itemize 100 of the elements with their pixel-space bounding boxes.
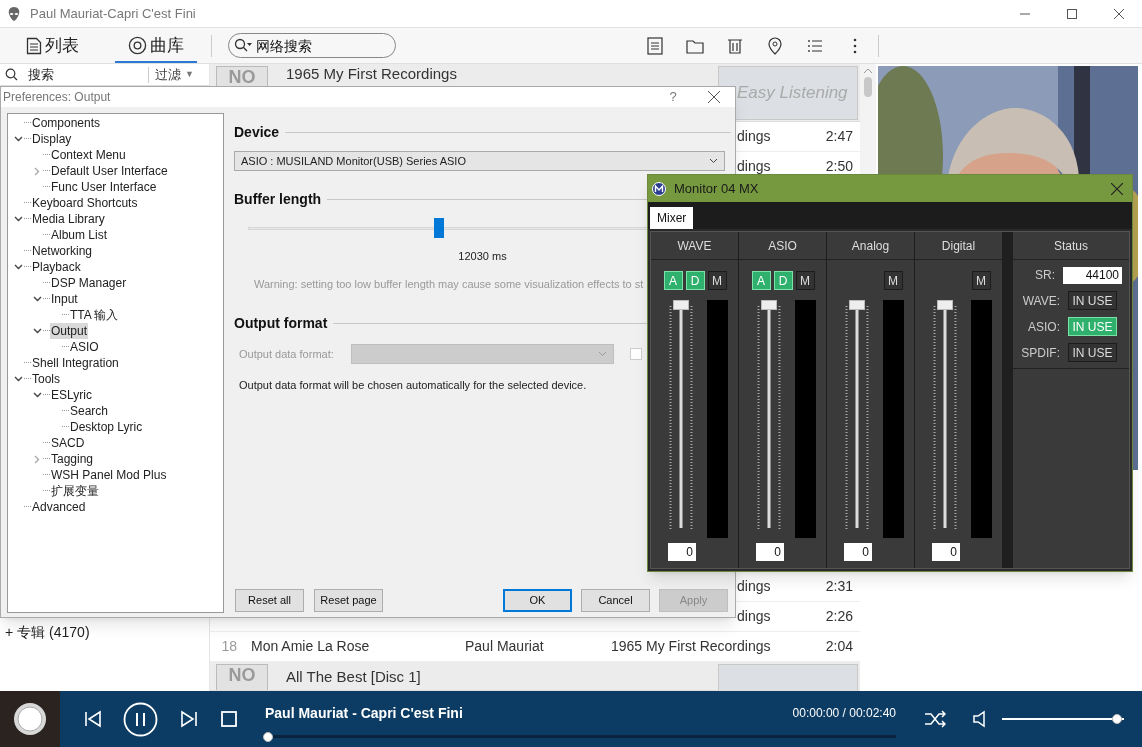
pause-button[interactable]	[123, 701, 158, 737]
device-select[interactable]: ASIO : MUSILAND Monitor(USB) Series ASIO	[234, 151, 725, 171]
progress-slider[interactable]	[263, 731, 896, 742]
table-cell-text: dings	[737, 607, 772, 626]
dialog-title: Preferences: Output	[3, 89, 111, 106]
mixer-tab[interactable]: Mixer	[650, 207, 694, 229]
shuffle-icon[interactable]	[924, 709, 946, 729]
chevron-down-icon[interactable]	[32, 392, 42, 398]
tree-item[interactable]: Output	[50, 323, 89, 339]
track-title: Paul Mauriat - Capri C'est Fini	[265, 703, 463, 723]
tree-item[interactable]: Context Menu	[50, 147, 127, 163]
close-icon[interactable]	[1113, 8, 1124, 19]
search-icon	[5, 68, 18, 81]
volume-slider[interactable]	[1002, 714, 1124, 724]
channel-value: 0	[774, 544, 781, 561]
table-cell-text: dings	[737, 577, 772, 596]
field-label: WAVE:	[1021, 292, 1060, 310]
field-label: SR:	[1034, 267, 1055, 284]
tree-item[interactable]: Playback	[31, 259, 82, 275]
tree-item[interactable]: Default User Interface	[50, 163, 169, 179]
tree-item[interactable]: Display	[31, 131, 73, 147]
tree-item[interactable]: Search	[69, 403, 110, 419]
chevron-down-icon[interactable]	[13, 376, 23, 382]
help-button[interactable]: ?	[663, 87, 683, 107]
tree-item[interactable]: WSH Panel Mod Plus	[50, 467, 168, 483]
tree-item[interactable]: ESLyric	[50, 387, 93, 403]
channel-label: Analog	[851, 237, 890, 255]
warning-text: Warning: setting too low buffer length may cause some visualization effects to st	[254, 278, 644, 290]
channel-label: ASIO	[768, 237, 797, 255]
table-cell-text: dings	[737, 127, 772, 146]
scrollbar-thumb[interactable]	[864, 77, 872, 97]
tree-item[interactable]: Components	[31, 115, 102, 131]
next-button[interactable]	[180, 710, 198, 728]
slider-reading: 12030 ms	[458, 250, 507, 262]
mixer-toggle-button[interactable]: IN USE	[1068, 291, 1117, 310]
chevron-down-icon[interactable]	[13, 264, 23, 270]
tree-item[interactable]: Func User Interface	[50, 179, 158, 195]
mixer-toggle-button[interactable]: IN USE	[1068, 343, 1117, 362]
channel-label: WAVE	[677, 237, 712, 255]
field-label: SPDIF:	[1020, 344, 1060, 362]
dialog-button[interactable]: Reset all	[235, 589, 304, 612]
list-view-icon[interactable]	[645, 35, 665, 56]
tree-item[interactable]: Shell Integration	[31, 355, 120, 371]
tree-item[interactable]: Media Library	[31, 211, 106, 227]
document-icon	[26, 36, 42, 55]
chevron-down-icon[interactable]	[13, 216, 23, 222]
dialog-button[interactable]: Cancel	[581, 589, 650, 612]
tree-item[interactable]: Advanced	[31, 499, 87, 515]
stop-button[interactable]	[221, 711, 237, 727]
mixer-toggle-button[interactable]: M	[971, 271, 991, 290]
close-icon[interactable]	[1111, 182, 1123, 195]
tree-item[interactable]: Tagging	[50, 451, 95, 467]
tree-item[interactable]: Input	[50, 291, 79, 307]
table-cell-text: 2:47	[824, 127, 853, 146]
tree-item[interactable]: Desktop Lyric	[69, 419, 144, 435]
mixer-toggle-button[interactable]: M	[883, 271, 903, 290]
library-tab[interactable]: 列表	[24, 28, 81, 63]
tree-item[interactable]: TTA 输入	[69, 307, 120, 323]
tree-item[interactable]: 扩展变量	[50, 483, 100, 499]
dialog-button[interactable]: OK	[503, 589, 572, 612]
table-cell-text: Paul Mauriat	[465, 637, 545, 656]
disc-icon	[128, 36, 147, 55]
tree-item[interactable]: ASIO	[69, 339, 100, 355]
chevron-down-icon[interactable]	[32, 328, 42, 334]
chevron-down-icon[interactable]	[32, 296, 42, 302]
cover-text: NO	[228, 68, 256, 89]
tree-item[interactable]: Networking	[31, 243, 94, 259]
maximize-icon[interactable]	[1066, 8, 1077, 19]
cover-text: NO	[228, 666, 256, 687]
chevron-down-icon	[709, 158, 718, 164]
dialog-button[interactable]: Reset page	[314, 589, 383, 612]
mixer-toggle-button[interactable]: M	[707, 271, 727, 290]
status-heading: Status	[1054, 237, 1088, 255]
library-group[interactable]: + 专辑 (4170)	[5, 622, 209, 642]
table-cell-text: Mon Amie La Rose	[251, 637, 371, 656]
table-cell-text: 18	[220, 637, 237, 656]
tree-item[interactable]: SACD	[50, 435, 86, 451]
search-label[interactable]: 搜索	[28, 64, 148, 85]
filter-button[interactable]: 过滤 ▼	[155, 64, 194, 85]
tree-item[interactable]: DSP Manager	[50, 275, 128, 291]
scroll-up-icon[interactable]	[864, 68, 872, 73]
tree-item[interactable]: Tools	[31, 371, 61, 387]
section-heading: Buffer length	[234, 190, 322, 209]
tree-item[interactable]: Keyboard Shortcuts	[31, 195, 139, 211]
chevron-down-icon[interactable]	[13, 136, 23, 142]
library-tab[interactable]: 曲库	[115, 28, 197, 63]
previous-button[interactable]	[84, 710, 102, 728]
field-label: Output data format:	[238, 346, 335, 362]
tree-item[interactable]: Album List	[50, 227, 109, 243]
location-pin-icon[interactable]	[765, 35, 785, 56]
channel-value: 0	[862, 544, 869, 561]
album-genre: Easy Listening	[737, 82, 848, 105]
chevron-down-icon	[598, 351, 607, 357]
window-title: Monitor 04 MX	[674, 179, 759, 198]
mixer-toggle-button[interactable]: M	[795, 271, 815, 290]
close-icon[interactable]	[708, 91, 720, 103]
search-field[interactable]: 网络搜索	[228, 33, 396, 58]
alien-logo-icon	[6, 5, 22, 22]
sample-rate-field[interactable]: 44100	[1063, 266, 1122, 284]
table-cell-text: 2:31	[824, 577, 853, 596]
